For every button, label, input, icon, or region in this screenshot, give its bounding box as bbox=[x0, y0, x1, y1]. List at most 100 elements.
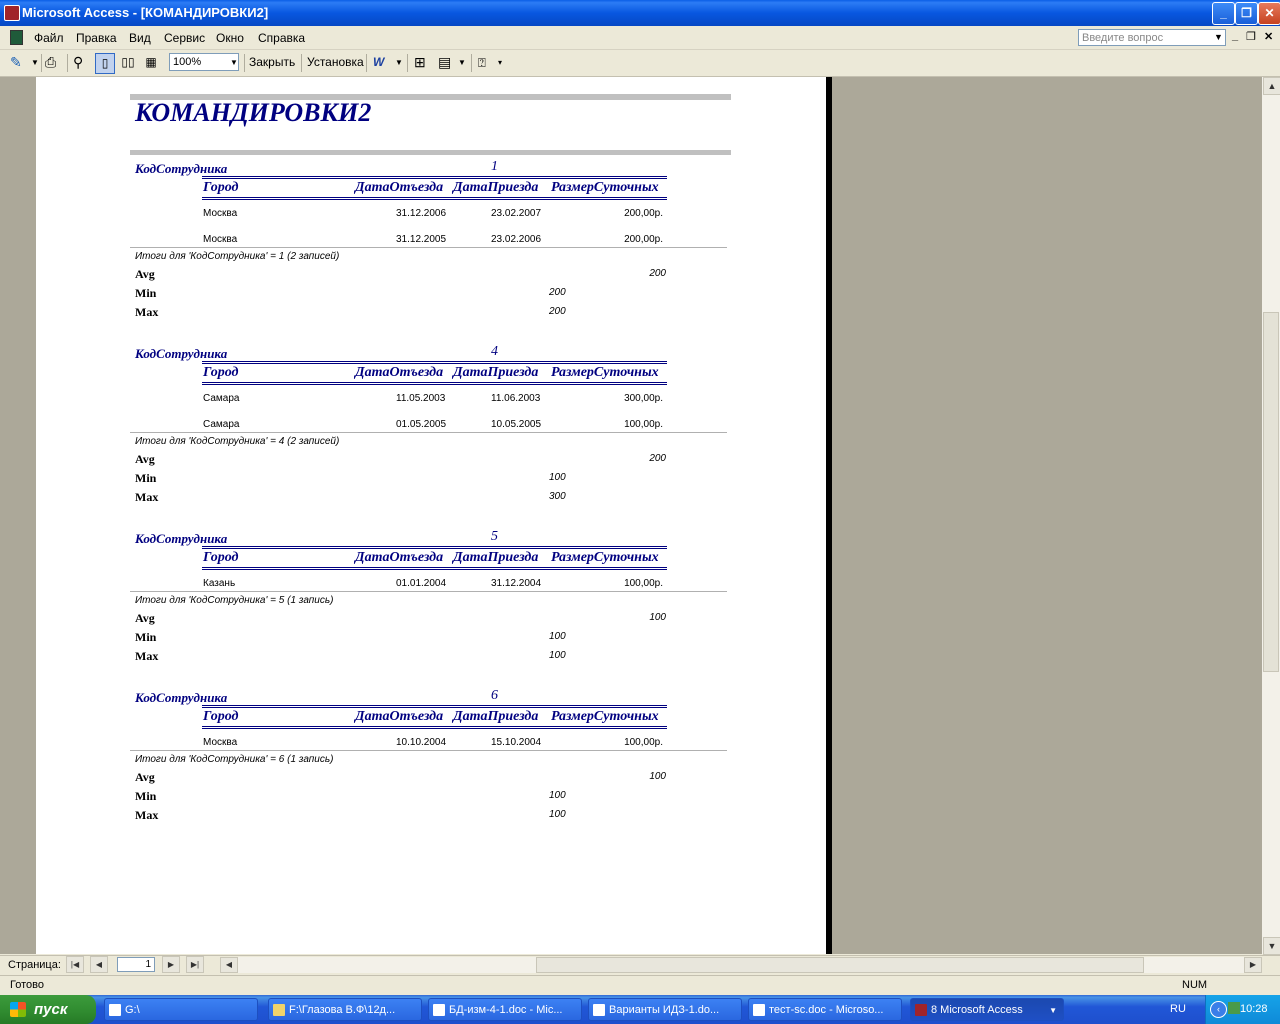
header-top-line-2 bbox=[202, 548, 667, 549]
cell-city: Казань bbox=[203, 578, 236, 589]
ask-question-input[interactable]: Введите вопрос bbox=[1078, 29, 1226, 46]
folder-icon bbox=[273, 1004, 285, 1016]
task-access[interactable]: 8 Microsoft Access ▼ bbox=[910, 998, 1064, 1021]
task-group-dropdown-icon: ▼ bbox=[1049, 1006, 1057, 1015]
cell-city: Москва bbox=[203, 208, 238, 219]
group-label: КодСотрудника bbox=[135, 346, 228, 361]
menu-window[interactable]: Окно bbox=[216, 31, 244, 45]
one-page-icon[interactable]: ▯ bbox=[95, 53, 115, 74]
view-dropdown-icon[interactable]: ▼ bbox=[31, 53, 39, 72]
clock[interactable]: 10:28 bbox=[1240, 1003, 1268, 1015]
header-bottom-line-2 bbox=[202, 384, 667, 385]
col-header-per-diem: РазмерСуточных bbox=[551, 180, 659, 195]
access-icon bbox=[915, 1004, 927, 1016]
scroll-down-icon[interactable]: ▼ bbox=[1263, 937, 1280, 955]
first-page-icon[interactable]: |◀ bbox=[66, 956, 84, 973]
header-top-line-2 bbox=[202, 178, 667, 179]
cell-per-diem: 200,00р. bbox=[624, 208, 663, 219]
col-header-city: Город bbox=[203, 550, 239, 565]
new-object-dropdown-icon[interactable]: ▼ bbox=[458, 53, 466, 72]
toolbar-options-icon[interactable]: ▾ bbox=[498, 53, 502, 72]
tray-expand-icon[interactable]: ‹ bbox=[1210, 1001, 1227, 1018]
group-value: 6 bbox=[491, 688, 498, 703]
scroll-left-icon[interactable]: ◀ bbox=[220, 957, 238, 973]
header-top-line bbox=[202, 546, 667, 547]
magnifier-icon[interactable]: ⚲ bbox=[73, 53, 83, 72]
page-label: Страница: bbox=[8, 959, 61, 971]
col-header-arrival: ДатаПриезда bbox=[453, 709, 539, 724]
view-design-icon[interactable]: ✎ bbox=[10, 53, 22, 72]
vertical-scroll-thumb[interactable] bbox=[1263, 312, 1279, 672]
task-folder[interactable]: F:\Глазова В.Ф\12д... bbox=[268, 998, 422, 1021]
header-bottom-line bbox=[202, 382, 667, 383]
cell-per-diem: 100,00р. bbox=[624, 578, 663, 589]
stat-avg-label: Avg bbox=[135, 770, 155, 784]
header-top-line bbox=[202, 176, 667, 177]
stat-min-label: Min bbox=[135, 286, 157, 300]
last-page-icon[interactable]: ▶| bbox=[186, 956, 204, 973]
task-word-test[interactable]: тест-sc.doc - Microso... bbox=[748, 998, 902, 1021]
multiple-pages-icon[interactable]: ▦ bbox=[142, 53, 160, 72]
access-app-icon[interactable] bbox=[4, 5, 20, 21]
stat-max-value: 300 bbox=[549, 491, 566, 502]
stat-min-label: Min bbox=[135, 471, 157, 485]
new-object-icon[interactable]: ▤ bbox=[438, 53, 451, 72]
close-preview-button[interactable]: Закрыть bbox=[249, 53, 295, 72]
start-button[interactable]: пуск bbox=[0, 995, 96, 1024]
group-summary: Итоги для 'КодСотрудника' = 1 (2 записей… bbox=[135, 251, 340, 262]
page-number-input[interactable]: 1 bbox=[117, 957, 155, 972]
header-top-line bbox=[202, 361, 667, 362]
header-bottom-line bbox=[202, 567, 667, 568]
scroll-up-icon[interactable]: ▲ bbox=[1263, 77, 1280, 95]
task-drive-g[interactable]: G:\ bbox=[104, 998, 258, 1021]
office-links-dropdown-icon[interactable]: ▼ bbox=[395, 53, 403, 72]
col-header-departure: ДатаОтъезда bbox=[355, 550, 444, 565]
task-word-bd[interactable]: БД-изм-4-1.doc - Mic... bbox=[428, 998, 582, 1021]
menu-help[interactable]: Справка bbox=[258, 31, 305, 45]
database-window-icon[interactable]: ⊞ bbox=[414, 53, 426, 72]
word-doc-icon bbox=[593, 1004, 605, 1016]
doc-minimize-icon[interactable]: _ bbox=[1232, 30, 1238, 42]
header-bottom-line-2 bbox=[202, 569, 667, 570]
menu-view[interactable]: Вид bbox=[129, 31, 151, 45]
minimize-button[interactable]: _ bbox=[1212, 2, 1235, 25]
horizontal-scrollbar[interactable]: ◀ ▶ bbox=[220, 957, 1262, 973]
menu-file[interactable]: Файл bbox=[34, 31, 64, 45]
scroll-right-icon[interactable]: ▶ bbox=[1244, 957, 1262, 973]
col-header-arrival: ДатаПриезда bbox=[453, 550, 539, 565]
close-button[interactable]: ✕ bbox=[1258, 2, 1280, 25]
window-title: Microsoft Access - [КОМАНДИРОВКИ2] bbox=[22, 5, 269, 20]
horizontal-scroll-thumb[interactable] bbox=[536, 957, 1144, 973]
cell-arrival: 23.02.2006 bbox=[491, 234, 542, 245]
print-icon[interactable]: ⎙ bbox=[45, 53, 56, 72]
language-indicator[interactable]: RU bbox=[1170, 1003, 1186, 1015]
next-page-icon[interactable]: ▶ bbox=[162, 956, 180, 973]
header-bottom-line-2 bbox=[202, 728, 667, 729]
prev-page-icon[interactable]: ◀ bbox=[90, 956, 108, 973]
doc-close-icon[interactable]: ✕ bbox=[1264, 30, 1273, 43]
zoom-dropdown-icon[interactable]: ▼ bbox=[230, 53, 238, 72]
vertical-scrollbar[interactable]: ▲ ▼ bbox=[1262, 77, 1280, 955]
word-export-icon[interactable]: W bbox=[373, 53, 384, 72]
document-icon[interactable] bbox=[10, 30, 23, 45]
cell-per-diem: 100,00р. bbox=[624, 419, 663, 430]
zoom-select[interactable]: 100% bbox=[169, 53, 239, 71]
doc-restore-icon[interactable]: ❐ bbox=[1246, 30, 1256, 43]
cell-arrival: 10.05.2005 bbox=[491, 419, 542, 430]
help-icon[interactable]: ⍰ bbox=[478, 53, 486, 72]
tray-network-icon[interactable] bbox=[1228, 1002, 1240, 1014]
header-top-line-2 bbox=[202, 707, 667, 708]
ask-dropdown-icon[interactable]: ▼ bbox=[1214, 32, 1223, 42]
group-summary: Итоги для 'КодСотрудника' = 6 (1 запись) bbox=[135, 754, 334, 765]
menu-tools[interactable]: Сервис bbox=[164, 31, 205, 45]
task-word-variants[interactable]: Варианты ИДЗ-1.do... bbox=[588, 998, 742, 1021]
cell-per-diem: 200,00р. bbox=[624, 234, 663, 245]
group-value: 5 bbox=[491, 529, 498, 544]
two-pages-icon[interactable]: ▯▯ bbox=[119, 53, 137, 72]
col-header-arrival: ДатаПриезда bbox=[453, 180, 539, 195]
windows-logo-icon bbox=[10, 1002, 26, 1017]
col-header-city: Город bbox=[203, 180, 239, 195]
page-setup-button[interactable]: Установка bbox=[307, 53, 364, 72]
restore-button[interactable]: ❐ bbox=[1235, 2, 1258, 25]
menu-edit[interactable]: Правка bbox=[76, 31, 117, 45]
